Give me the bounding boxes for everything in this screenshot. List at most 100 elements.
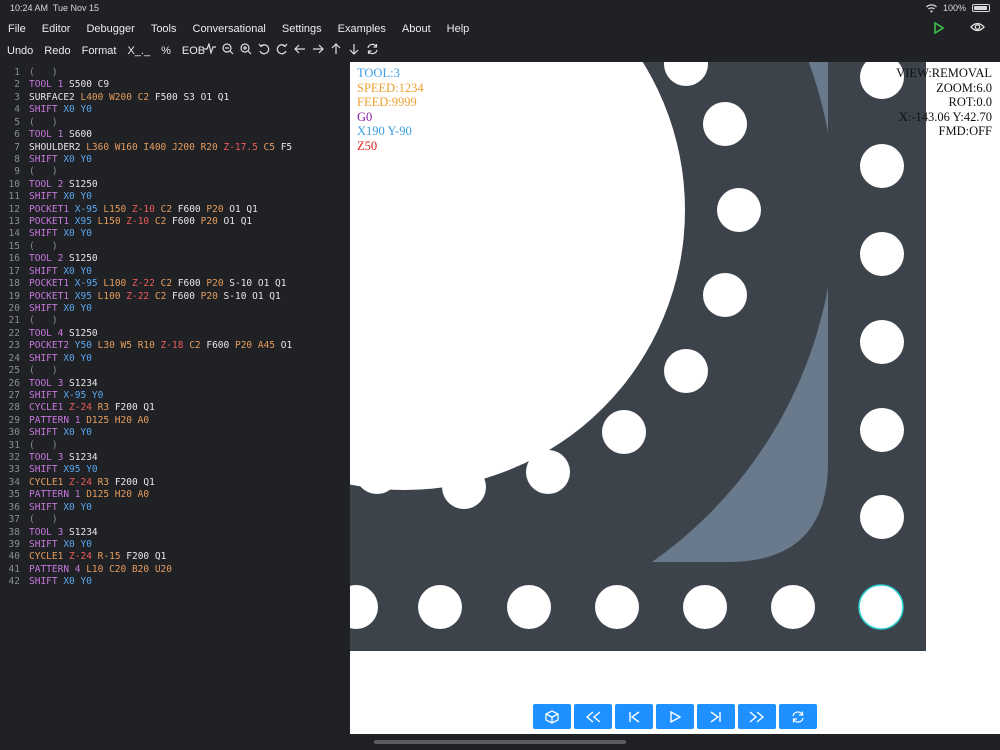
code-line[interactable]: 36 SHIFT X0 Y0	[0, 502, 92, 514]
code-line[interactable]: 21 ( )	[0, 315, 58, 327]
code-line[interactable]: 40 CYCLE1 Z-24 R-15 F200 Q1	[0, 551, 167, 563]
code-token: F500 S3 O1 Q1	[154, 91, 230, 103]
code-token: X0 Y0	[63, 302, 92, 314]
menu-conversational[interactable]: Conversational	[185, 23, 274, 35]
code-token: O1 Q1	[223, 216, 253, 228]
code-line[interactable]: 31 ( )	[0, 440, 58, 452]
code-line[interactable]: 26 TOOL 3 S1234	[0, 378, 98, 390]
line-number: 36	[8, 501, 20, 513]
play-button[interactable]	[656, 704, 694, 729]
code-line[interactable]: 39 SHIFT X0 Y0	[0, 539, 92, 551]
code-line[interactable]: 19 POCKET1 X95 L100 Z-22 C2 F600 P20 S-10…	[0, 291, 281, 303]
arrow-right-icon[interactable]	[309, 43, 327, 58]
view-3d-button[interactable]	[533, 704, 571, 729]
code-line[interactable]: 11 SHIFT X0 Y0	[0, 191, 92, 203]
code-line[interactable]: 38 TOOL 3 S1234	[0, 527, 98, 539]
simulation-viewport[interactable]: TOOL:3 SPEED:1234 FEED:9999 G0 X190 Y-90…	[350, 62, 1000, 734]
percent-button[interactable]: %	[154, 45, 175, 57]
code-token: X0 Y0	[63, 265, 92, 277]
repeat-button[interactable]	[779, 704, 817, 729]
code-line[interactable]: 14 SHIFT X0 Y0	[0, 228, 92, 240]
code-token: L100	[103, 278, 132, 290]
code-token: Z-10	[126, 216, 155, 228]
code-line[interactable]: 24 SHIFT X0 Y0	[0, 353, 92, 365]
code-line[interactable]: 16 TOOL 2 S1250	[0, 253, 98, 265]
code-line[interactable]: 6 TOOL 1 S600	[0, 129, 92, 141]
code-line[interactable]: 27 SHIFT X-95 Y0	[0, 390, 104, 402]
code-line[interactable]: 15 ( )	[0, 241, 58, 253]
menu-settings[interactable]: Settings	[274, 23, 330, 35]
code-token: P20	[200, 290, 224, 302]
step-forward-button[interactable]	[697, 704, 735, 729]
code-line[interactable]: 13 POCKET1 X95 L150 Z-10 C2 F600 P20 O1 Q…	[0, 216, 253, 228]
code-line[interactable]: 4 SHIFT X0 Y0	[0, 104, 92, 116]
x-macro-button[interactable]: X_._	[120, 45, 154, 57]
waveform-icon[interactable]	[201, 41, 219, 58]
code-line[interactable]: 22 TOOL 4 S1250	[0, 328, 98, 340]
code-line[interactable]: 35 PATTERN 1 D125 H20 A0	[0, 489, 150, 501]
code-line[interactable]: 29 PATTERN 1 D125 H20 A0	[0, 415, 150, 427]
menu-debugger[interactable]: Debugger	[78, 23, 142, 35]
rewind-button[interactable]	[574, 704, 612, 729]
line-number: 31	[8, 439, 20, 451]
code-line[interactable]: 32 TOOL 3 S1234	[0, 452, 98, 464]
toolpath-canvas	[350, 62, 926, 651]
fast-forward-button[interactable]	[738, 704, 776, 729]
code-editor[interactable]: 1 ( ) 2 TOOL 1 S500 C9 3 SURFACE2 L400 W200 C…	[0, 62, 350, 732]
code-token: L100	[97, 290, 127, 302]
code-line[interactable]: 2 TOOL 1 S500 C9	[0, 79, 109, 91]
code-line[interactable]: 34 CYCLE1 Z-24 R3 F200 Q1	[0, 477, 155, 489]
code-token: O1	[280, 340, 293, 352]
code-line[interactable]: 23 POCKET2 Y50 L30 W5 R10 Z-18 C2 F600 P2…	[0, 340, 293, 352]
rotate-right-icon[interactable]	[273, 43, 291, 58]
zoom-in-icon[interactable]	[237, 43, 255, 58]
code-token: POCKET1	[29, 203, 75, 215]
code-token: C5	[263, 141, 281, 153]
code-token: L10 C20 B20 U20	[86, 563, 172, 575]
code-line[interactable]: 17 SHIFT X0 Y0	[0, 266, 92, 278]
code-line[interactable]: 33 SHIFT X95 Y0	[0, 464, 98, 476]
code-line[interactable]: 20 SHIFT X0 Y0	[0, 303, 92, 315]
code-line[interactable]: 42 SHIFT X0 Y0	[0, 576, 92, 588]
step-back-button[interactable]	[615, 704, 653, 729]
menu-tools[interactable]: Tools	[143, 23, 185, 35]
refresh-icon[interactable]	[363, 43, 381, 58]
code-token: L150	[97, 216, 127, 228]
code-line[interactable]: 25 ( )	[0, 365, 58, 377]
menu-editor[interactable]: Editor	[34, 23, 79, 35]
eye-icon[interactable]	[970, 21, 985, 36]
code-line[interactable]: 8 SHIFT X0 Y0	[0, 154, 92, 166]
menu-file[interactable]: File	[0, 23, 34, 35]
play-icon[interactable]	[934, 21, 945, 37]
menu-help[interactable]: Help	[439, 23, 478, 35]
code-line[interactable]: 3 SURFACE2 L400 W200 C2 F500 S3 O1 Q1	[0, 92, 229, 104]
code-line[interactable]: 28 CYCLE1 Z-24 R3 F200 Q1	[0, 402, 155, 414]
arrow-left-icon[interactable]	[291, 43, 309, 58]
arrow-down-icon[interactable]	[345, 43, 363, 58]
zoom-out-icon[interactable]	[219, 43, 237, 58]
code-line[interactable]: 9 ( )	[0, 166, 57, 178]
rotate-left-icon[interactable]	[255, 43, 273, 58]
code-line[interactable]: 1 ( )	[0, 67, 57, 79]
code-line[interactable]: 18 POCKET1 X-95 L100 Z-22 C2 F600 P20 S-1…	[0, 278, 287, 290]
code-line[interactable]: 37 ( )	[0, 514, 58, 526]
menu-about[interactable]: About	[394, 23, 439, 35]
code-token: X0 Y0	[63, 576, 92, 588]
code-token: X0 Y0	[63, 538, 92, 550]
code-line[interactable]: 41 PATTERN 4 L10 C20 B20 U20	[0, 564, 172, 576]
undo-button[interactable]: Undo	[0, 45, 37, 57]
code-line[interactable]: 10 TOOL 2 S1250	[0, 179, 98, 191]
arrow-up-icon[interactable]	[327, 43, 345, 58]
format-button[interactable]: Format	[75, 45, 121, 57]
code-line[interactable]: 7 SHOULDER2 L360 W160 I400 J200 R20 Z-17.…	[0, 142, 292, 154]
code-token: X0 Y0	[63, 228, 92, 240]
code-line[interactable]: 5 ( )	[0, 117, 57, 129]
code-token: ( )	[29, 514, 58, 526]
code-token: TOOL 3	[29, 452, 70, 464]
status-overlay-right: VIEW:REMOVAL ZOOM:6.0 ROT:0.0 X:-143.06 …	[896, 66, 992, 139]
code-line[interactable]: 12 POCKET1 X-95 L150 Z-10 C2 F600 P20 O1 …	[0, 204, 258, 216]
menu-examples[interactable]: Examples	[330, 23, 394, 35]
code-token: S1234	[69, 526, 98, 538]
code-line[interactable]: 30 SHIFT X0 Y0	[0, 427, 92, 439]
redo-button[interactable]: Redo	[37, 45, 74, 57]
